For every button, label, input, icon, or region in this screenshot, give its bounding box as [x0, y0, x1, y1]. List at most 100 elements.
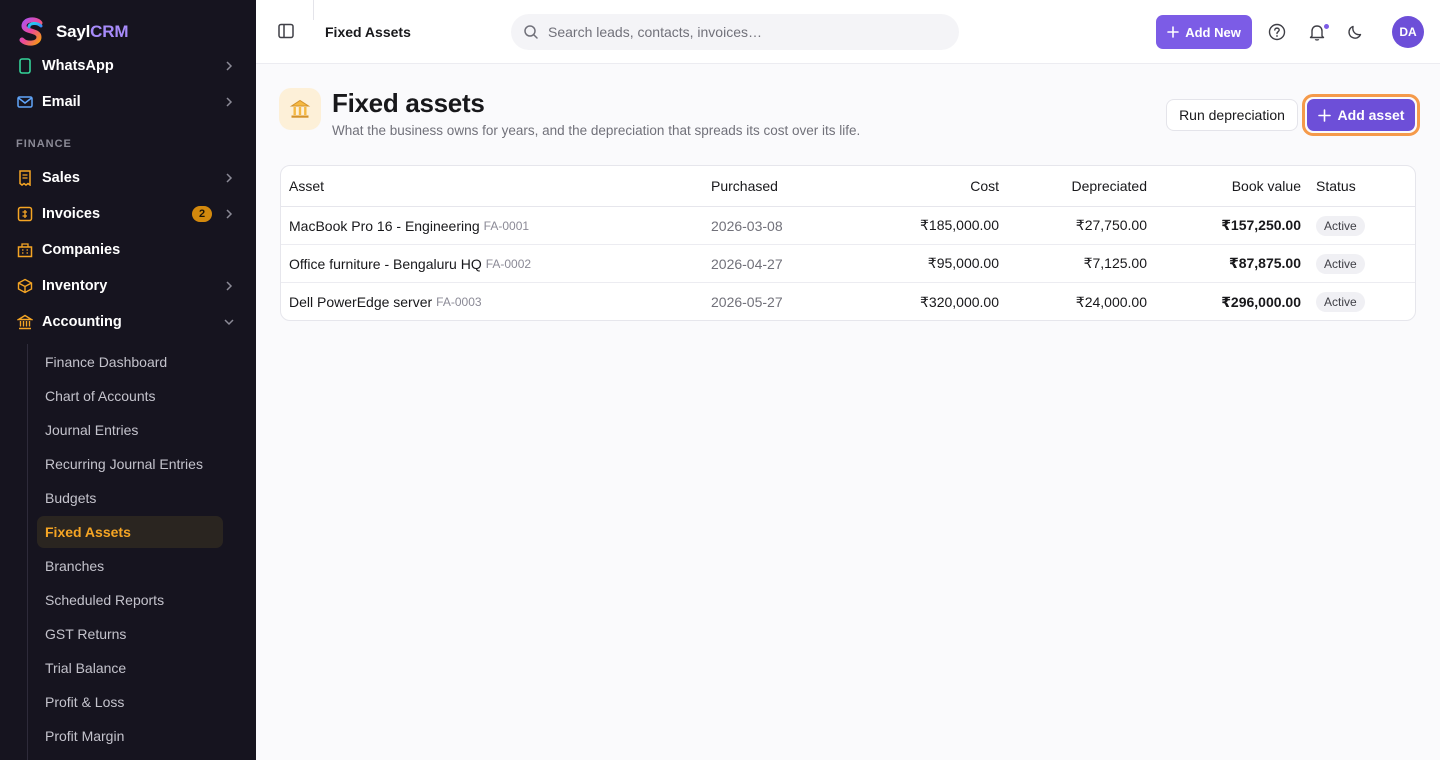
notification-dot — [1323, 23, 1330, 30]
book-value: ₹87,875.00 — [1228, 255, 1301, 271]
cost-value: ₹185,000.00 — [920, 217, 999, 233]
brand[interactable]: SaylCRM — [18, 16, 128, 48]
table-row[interactable]: MacBook Pro 16 - Engineering FA-0001 202… — [281, 207, 1415, 245]
purchased-date: 2026-04-27 — [711, 255, 783, 272]
search-bar[interactable] — [511, 14, 959, 50]
status-cell: Active — [1316, 283, 1365, 320]
asset-name: MacBook Pro 16 - Engineering — [289, 217, 480, 234]
add-new-button[interactable]: Add New — [1156, 15, 1252, 49]
depreciated-value: ₹27,750.00 — [1075, 217, 1147, 233]
sidebar-item-label: Invoices — [42, 206, 101, 222]
topbar-divider — [313, 0, 314, 20]
book-value: ₹157,250.00 — [1221, 217, 1301, 233]
sidebar-item-label: Email — [42, 94, 81, 110]
table-row[interactable]: Dell PowerEdge server FA-0003 2026-05-27… — [281, 283, 1415, 320]
whatsapp-icon — [16, 57, 34, 75]
sidebar-item-label: Companies — [42, 242, 121, 258]
table-row[interactable]: Office furniture - Bengaluru HQ FA-0002 … — [281, 245, 1415, 283]
sidebar-item-label: Accounting — [42, 314, 122, 330]
column-header-purchased[interactable]: Purchased — [711, 166, 778, 206]
depreciated-value: ₹7,125.00 — [1083, 255, 1147, 271]
asset-cell: Office furniture - Bengaluru HQ FA-0002 — [289, 245, 531, 282]
asset-code: FA-0001 — [483, 218, 530, 233]
user-avatar[interactable]: DA — [1392, 16, 1424, 48]
bank-icon — [16, 313, 34, 331]
add-new-label: Add New — [1185, 24, 1241, 40]
sidebar-subitem-trial-balance[interactable]: Trial Balance — [37, 652, 223, 684]
chevron-down-icon — [224, 319, 234, 326]
column-header-asset[interactable]: Asset — [289, 166, 324, 206]
add-asset-label: Add asset — [1337, 107, 1405, 123]
cost-value: ₹95,000.00 — [927, 255, 999, 271]
search-icon — [524, 25, 538, 39]
box-icon — [16, 277, 34, 295]
sidebar-item-accounting[interactable]: Accounting — [16, 306, 240, 338]
submenu-rail — [27, 344, 28, 760]
add-asset-button[interactable]: Add asset — [1307, 99, 1415, 131]
sidebar-subitem-profit-loss[interactable]: Profit & Loss — [37, 686, 223, 718]
assets-table: Asset Purchased Cost Depreciated Book va… — [280, 165, 1416, 321]
sidebar-item-invoices[interactable]: Invoices 2 — [16, 198, 240, 230]
sidebar-item-inventory[interactable]: Inventory — [16, 270, 240, 302]
logo-icon — [19, 17, 43, 46]
moon-icon[interactable] — [1345, 22, 1365, 42]
chevron-right-icon — [226, 61, 233, 71]
brand-name: SaylCRM — [56, 22, 129, 41]
sidebar: SaylCRM WhatsApp Email FINANCE Sales Inv… — [0, 0, 256, 760]
sidebar-toggle-icon[interactable] — [276, 21, 296, 41]
sidebar-subitem-gst-returns[interactable]: GST Returns — [37, 618, 223, 650]
status-cell: Active — [1316, 245, 1365, 282]
invoice-icon — [16, 205, 34, 223]
help-icon[interactable] — [1267, 22, 1287, 42]
sidebar-subitem-finance-dashboard[interactable]: Finance Dashboard — [37, 346, 223, 378]
asset-name: Office furniture - Bengaluru HQ — [289, 255, 482, 272]
sidebar-item-email[interactable]: Email — [16, 86, 240, 118]
chevron-right-icon — [226, 209, 233, 219]
sidebar-subitem-recurring-journal-entries[interactable]: Recurring Journal Entries — [37, 448, 223, 480]
asset-cell: Dell PowerEdge server FA-0003 — [289, 283, 482, 320]
section-label-finance: FINANCE — [16, 138, 72, 150]
column-header-status[interactable]: Status — [1316, 166, 1356, 206]
sidebar-subitem-profit-margin[interactable]: Profit Margin — [37, 720, 223, 752]
page-title: Fixed assets — [332, 88, 485, 118]
sidebar-subitem-fixed-assets[interactable]: Fixed Assets — [37, 516, 223, 548]
bank-icon — [279, 88, 321, 130]
status-badge: Active — [1316, 215, 1365, 236]
sidebar-subitem-scheduled-reports[interactable]: Scheduled Reports — [37, 584, 223, 616]
page-breadcrumb: Fixed Assets — [325, 24, 411, 40]
sidebar-subitem-branches[interactable]: Branches — [37, 550, 223, 582]
cost-value: ₹320,000.00 — [920, 293, 999, 310]
sidebar-item-label: Sales — [42, 170, 80, 186]
chevron-right-icon — [226, 281, 233, 291]
sidebar-item-sales[interactable]: Sales — [16, 162, 240, 194]
sidebar-item-companies[interactable]: Companies — [16, 234, 240, 266]
plus-icon — [1167, 26, 1179, 38]
sidebar-subitem-journal-entries[interactable]: Journal Entries — [37, 414, 223, 446]
sidebar-subitem-budgets[interactable]: Budgets — [37, 482, 223, 514]
sidebar-item-whatsapp[interactable]: WhatsApp — [16, 50, 240, 82]
plus-icon — [1317, 108, 1331, 122]
asset-cell: MacBook Pro 16 - Engineering FA-0001 — [289, 207, 529, 244]
sidebar-item-label: WhatsApp — [42, 58, 114, 74]
column-header-cost[interactable]: Cost — [841, 166, 999, 206]
status-cell: Active — [1316, 207, 1365, 244]
building-icon — [16, 241, 34, 259]
status-badge: Active — [1316, 292, 1365, 312]
receipt-icon — [16, 169, 34, 187]
page-subtitle: What the business owns for years, and th… — [332, 123, 861, 138]
run-depreciation-button[interactable]: Run depreciation — [1166, 99, 1298, 131]
column-header-book-value[interactable]: Book value — [1151, 166, 1301, 206]
chevron-right-icon — [226, 173, 233, 183]
book-value: ₹296,000.00 — [1221, 293, 1301, 310]
table-header-row: Asset Purchased Cost Depreciated Book va… — [281, 166, 1415, 207]
topbar: Fixed Assets Add New DA — [256, 0, 1440, 64]
purchased-date: 2026-05-27 — [711, 294, 783, 310]
invoices-count-badge: 2 — [192, 206, 212, 222]
search-input[interactable] — [548, 24, 928, 40]
sidebar-subitem-chart-of-accounts[interactable]: Chart of Accounts — [37, 380, 223, 412]
chevron-right-icon — [226, 97, 233, 107]
column-header-depreciated[interactable]: Depreciated — [1001, 166, 1148, 206]
mail-icon — [16, 93, 34, 111]
depreciated-value: ₹24,000.00 — [1075, 293, 1147, 310]
status-badge: Active — [1316, 253, 1365, 274]
